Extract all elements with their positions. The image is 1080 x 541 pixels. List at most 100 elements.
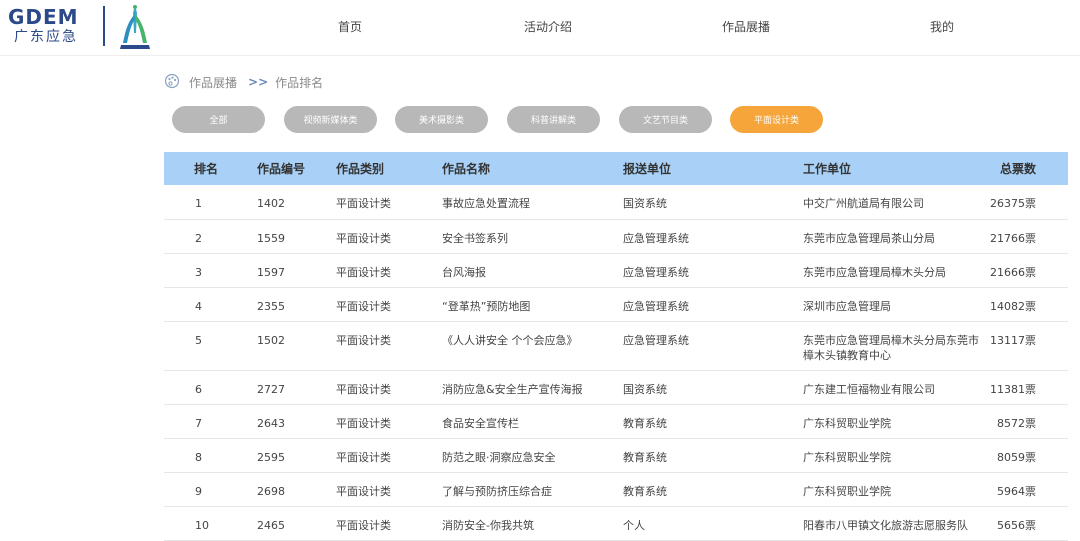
cell-work-unit: 广东建工恒福物业有限公司 (802, 370, 988, 405)
breadcrumb-parent[interactable]: 作品展播 (189, 74, 237, 91)
cell-work-unit: 东莞市应急管理局茶山分局 (802, 219, 988, 254)
cell-rank: 3 (164, 253, 257, 288)
table-header-row: 排名 作品编号 作品类别 作品名称 报送单位 工作单位 总票数 (164, 152, 1068, 185)
cell-rank: 9 (164, 472, 257, 507)
cell-submit-unit: 个人 (618, 506, 802, 541)
cell-work-name[interactable]: 消防应急&安全生产宣传海报 (435, 370, 618, 405)
cell-work-no: 2595 (257, 438, 327, 473)
col-header-category: 作品类别 (327, 152, 435, 185)
breadcrumb-current: 作品排名 (275, 75, 324, 90)
logo-brand-cn: 广东应急 (14, 29, 78, 45)
table-row: 8 2595 平面设计类 防范之眼·洞察应急安全 教育系统 广东科贸职业学院 8059票 (164, 438, 1068, 473)
cell-work-name[interactable]: 消防安全-你我共筑 (435, 506, 618, 541)
cell-submit-unit: 应急管理系统 (618, 321, 802, 371)
cell-category: 平面设计类 (327, 185, 435, 220)
cell-rank: 5 (164, 321, 257, 371)
filter-video-media[interactable]: 视频新媒体类 (284, 106, 377, 133)
cell-total-votes: 26375票 (988, 185, 1068, 220)
cell-work-no: 1597 (257, 253, 327, 288)
cell-rank: 8 (164, 438, 257, 473)
cell-total-votes: 14082票 (988, 287, 1068, 322)
cell-total-votes: 5964票 (988, 472, 1068, 507)
table-row: 4 2355 平面设计类 “登革热”预防地图 应急管理系统 深圳市应急管理局 14082票 (164, 287, 1068, 322)
filter-art-photography[interactable]: 美术摄影类 (395, 106, 488, 133)
cell-submit-unit: 教育系统 (618, 438, 802, 473)
nav-works-showcase[interactable]: 作品展播 (722, 18, 770, 35)
nav-mine[interactable]: 我的 (930, 18, 954, 35)
cell-category: 平面设计类 (327, 253, 435, 288)
logo-divider (103, 6, 105, 46)
cell-category: 平面设计类 (327, 219, 435, 254)
cell-category: 平面设计类 (327, 287, 435, 322)
table-row: 7 2643 平面设计类 食品安全宣传栏 教育系统 广东科贸职业学院 8572票 (164, 404, 1068, 439)
cell-rank: 10 (164, 506, 257, 541)
cell-total-votes: 21766票 (988, 219, 1068, 254)
cell-submit-unit: 应急管理系统 (618, 253, 802, 288)
cell-work-name[interactable]: 了解与预防挤压综合症 (435, 472, 618, 507)
cell-work-no: 2465 (257, 506, 327, 541)
cell-work-no: 2355 (257, 287, 327, 322)
cell-rank: 1 (164, 185, 257, 220)
cell-submit-unit: 应急管理系统 (618, 287, 802, 322)
cell-work-no: 2698 (257, 472, 327, 507)
breadcrumb: 作品展播 >> 作品排名 (164, 73, 324, 91)
cell-work-unit: 阳春市八甲镇文化旅游志愿服务队 (802, 506, 988, 541)
ranking-table-container: 排名 作品编号 作品类别 作品名称 报送单位 工作单位 总票数 1 1402 平面设… (164, 152, 1068, 541)
top-header: GDEM 广东应急 首页 活动介绍 作品展播 我的 (0, 0, 1080, 56)
cell-submit-unit: 教育系统 (618, 472, 802, 507)
cell-work-no: 1502 (257, 321, 327, 371)
filter-performance[interactable]: 文艺节目类 (619, 106, 712, 133)
cell-work-unit: 深圳市应急管理局 (802, 287, 988, 322)
cell-total-votes: 21666票 (988, 253, 1068, 288)
cell-work-name[interactable]: 台风海报 (435, 253, 618, 288)
cell-work-name[interactable]: 事故应急处置流程 (435, 185, 618, 220)
cell-category: 平面设计类 (327, 506, 435, 541)
cell-work-name[interactable]: 防范之眼·洞察应急安全 (435, 438, 618, 473)
nav-activity-intro[interactable]: 活动介绍 (524, 18, 572, 35)
cell-total-votes: 11381票 (988, 370, 1068, 405)
breadcrumb-separator: >> (248, 75, 269, 89)
cell-submit-unit: 国资系统 (618, 185, 802, 220)
emblem-icon (117, 3, 153, 54)
col-header-submit-unit: 报送单位 (618, 152, 802, 185)
cell-work-unit: 广东科贸职业学院 (802, 438, 988, 473)
cell-category: 平面设计类 (327, 472, 435, 507)
table-row: 9 2698 平面设计类 了解与预防挤压综合症 教育系统 广东科贸职业学院 5964票 (164, 472, 1068, 507)
table-row: 5 1502 平面设计类 《人人讲安全 个个会应急》 应急管理系统 东莞市应急管理局樟木头… (164, 321, 1068, 371)
cell-work-no: 2727 (257, 370, 327, 405)
cell-work-name[interactable]: 《人人讲安全 个个会应急》 (435, 321, 618, 371)
table-row: 2 1559 平面设计类 安全书签系列 应急管理系统 东莞市应急管理局茶山分局 21766票 (164, 219, 1068, 254)
col-header-work-no: 作品编号 (257, 152, 327, 185)
col-header-total-votes: 总票数 (988, 152, 1068, 185)
cell-rank: 2 (164, 219, 257, 254)
cell-work-no: 1402 (257, 185, 327, 220)
cell-rank: 7 (164, 404, 257, 439)
table-row: 3 1597 平面设计类 台风海报 应急管理系统 东莞市应急管理局樟木头分局 21666票 (164, 253, 1068, 288)
filter-graphic-design[interactable]: 平面设计类 (730, 106, 823, 133)
table-row: 10 2465 平面设计类 消防安全-你我共筑 个人 阳春市八甲镇文化旅游志愿服务队 565… (164, 506, 1068, 541)
cell-work-unit: 广东科贸职业学院 (802, 404, 988, 439)
filter-all[interactable]: 全部 (172, 106, 265, 133)
cell-work-unit: 东莞市应急管理局樟木头分局东莞市樟木头镇教育中心 (802, 321, 988, 371)
col-header-work-unit: 工作单位 (802, 152, 988, 185)
table-row: 6 2727 平面设计类 消防应急&安全生产宣传海报 国资系统 广东建工恒福物业有限公司 1… (164, 370, 1068, 405)
cell-category: 平面设计类 (327, 438, 435, 473)
cell-work-unit: 广东科贸职业学院 (802, 472, 988, 507)
logo-brand: GDEM (8, 5, 79, 29)
filter-science-explain[interactable]: 科普讲解类 (507, 106, 600, 133)
cell-work-name[interactable]: 食品安全宣传栏 (435, 404, 618, 439)
cell-category: 平面设计类 (327, 370, 435, 405)
table-row: 1 1402 平面设计类 事故应急处置流程 国资系统 中交广州航道局有限公司 26375票 (164, 185, 1068, 220)
cell-total-votes: 8059票 (988, 438, 1068, 473)
cell-submit-unit: 应急管理系统 (618, 219, 802, 254)
cell-submit-unit: 国资系统 (618, 370, 802, 405)
cell-submit-unit: 教育系统 (618, 404, 802, 439)
gdem-logo[interactable]: GDEM 广东应急 (8, 6, 79, 46)
cell-work-name[interactable]: 安全书签系列 (435, 219, 618, 254)
ranking-table: 排名 作品编号 作品类别 作品名称 报送单位 工作单位 总票数 1 1402 平面设… (164, 152, 1068, 541)
cell-total-votes: 13117票 (988, 321, 1068, 371)
cell-work-no: 1559 (257, 219, 327, 254)
table-body: 1 1402 平面设计类 事故应急处置流程 国资系统 中交广州航道局有限公司 26375票 2… (164, 185, 1068, 541)
cell-work-name[interactable]: “登革热”预防地图 (435, 287, 618, 322)
nav-home[interactable]: 首页 (338, 18, 362, 35)
